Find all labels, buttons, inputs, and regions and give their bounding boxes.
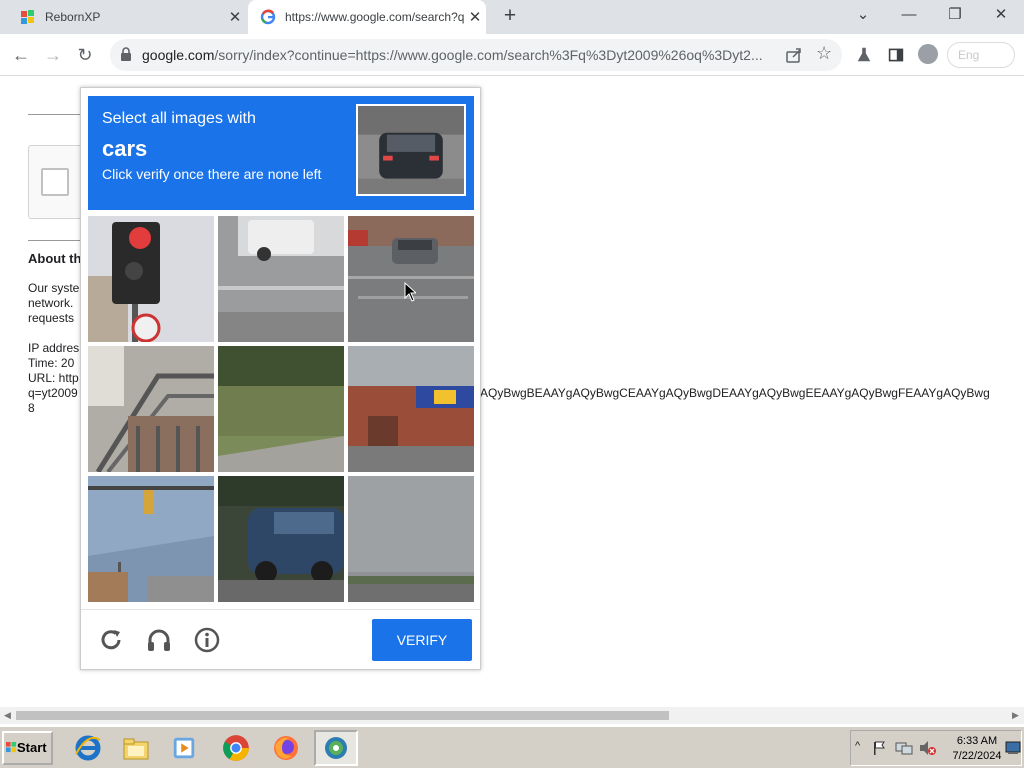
info-icon[interactable]	[193, 626, 221, 654]
bookmark-star-icon[interactable]: ☆	[816, 43, 832, 64]
body-line: requests	[28, 311, 75, 325]
address-bar[interactable]: google.com/sorry/index?continue=https://…	[110, 39, 842, 71]
scrollbar-thumb[interactable]	[16, 711, 669, 720]
tab-search-dropdown-icon[interactable]: ⌄	[840, 0, 886, 30]
scroll-right-icon[interactable]: ▶	[1012, 710, 1019, 721]
forward-icon[interactable]: →	[40, 42, 66, 68]
start-label: Start	[17, 740, 47, 755]
instruction-line: Select all images with	[102, 110, 256, 127]
verify-button[interactable]: VERIFY	[372, 619, 472, 661]
tab-rebornxp[interactable]: RebornXP ✕	[6, 0, 246, 34]
url-line-2: q=yt2009	[28, 386, 78, 400]
browser-toolbar: ← → ↻ google.com/sorry/index?continue=ht…	[0, 34, 1024, 76]
restore-button[interactable]: ❐	[932, 0, 978, 30]
reload-page-icon[interactable]: ↻	[72, 42, 98, 68]
clock-time: 6:33 AM	[956, 735, 998, 747]
new-tab-button[interactable]: +	[498, 5, 522, 29]
body-line: Our syste	[28, 281, 80, 295]
image-tile[interactable]	[348, 216, 474, 342]
url-line-3: 8	[28, 401, 35, 415]
windows-flag-icon	[6, 742, 17, 753]
lock-icon	[120, 47, 132, 61]
tab-strip: RebornXP ✕ https://www.google.com/search…	[0, 0, 1024, 34]
start-button[interactable]: Start	[2, 731, 53, 765]
divider	[28, 240, 88, 241]
image-tile[interactable]	[218, 216, 344, 342]
reload-icon[interactable]	[97, 626, 125, 654]
desktop-window: RebornXP ✕ https://www.google.com/search…	[0, 0, 1024, 768]
system-tray: ^ 6:33 AM 7/22/2024	[850, 730, 1022, 766]
windows-flag-icon	[20, 9, 36, 25]
instruction-subline: Click verify once there are none left	[102, 166, 322, 182]
back-icon[interactable]: ←	[8, 42, 34, 68]
image-grid	[88, 216, 474, 602]
volume-muted-icon[interactable]	[919, 740, 937, 756]
url-line: URL: http	[28, 371, 79, 385]
horizontal-scrollbar[interactable]: ◀ ▶	[0, 707, 1024, 724]
body-line: network.	[28, 296, 74, 310]
time-line: Time: 20	[28, 356, 75, 370]
recaptcha-challenge: Select all images with cars Click verify…	[80, 87, 481, 670]
recaptcha-checkbox[interactable]	[41, 168, 69, 196]
image-tile[interactable]	[218, 346, 344, 472]
mouse-cursor-icon	[404, 282, 416, 302]
google-g-icon	[260, 9, 276, 25]
firefox-icon[interactable]	[264, 730, 308, 766]
ip-line: IP addres	[28, 341, 80, 355]
tab-title: https://www.google.com/search?q	[285, 10, 464, 24]
image-tile[interactable]	[348, 476, 474, 602]
image-tile[interactable]	[348, 346, 474, 472]
audio-headphones-icon[interactable]	[145, 626, 173, 654]
labs-flask-icon[interactable]	[851, 42, 877, 68]
close-window-button[interactable]: ✕	[978, 0, 1024, 30]
profile-avatar-icon[interactable]	[918, 44, 938, 64]
about-heading: About th	[28, 251, 82, 266]
divider	[28, 114, 88, 115]
tab-google-search[interactable]: https://www.google.com/search?q ✕	[248, 0, 486, 34]
sample-car-image	[356, 104, 466, 196]
internet-explorer-icon[interactable]	[66, 730, 110, 766]
image-tile[interactable]	[88, 476, 214, 602]
image-tile[interactable]	[218, 476, 344, 602]
chrome-icon[interactable]	[214, 730, 258, 766]
recaptcha-checkbox-widget[interactable]	[28, 145, 88, 219]
target-object: cars	[102, 136, 148, 161]
image-tile[interactable]	[88, 216, 214, 342]
scroll-left-icon[interactable]: ◀	[4, 710, 11, 721]
url-path: /sorry/index?continue=https://www.google…	[214, 47, 763, 63]
url-tail-text: AQyBwgBEAAYgAQyBwgCEAAYgAQyBwgDEAAYgAQyB…	[480, 386, 990, 400]
challenge-header: Select all images with cars Click verify…	[88, 96, 474, 210]
url-host: google.com	[142, 47, 215, 63]
show-desktop-icon[interactable]	[1005, 741, 1021, 755]
media-player-icon[interactable]	[162, 730, 206, 766]
image-tile[interactable]	[88, 346, 214, 472]
language-pill[interactable]: Eng	[947, 42, 1015, 68]
tab-close-icon[interactable]: ✕	[464, 8, 486, 26]
tab-close-icon[interactable]: ✕	[224, 8, 246, 26]
network-icon[interactable]	[895, 740, 913, 756]
action-center-flag-icon[interactable]	[871, 740, 887, 756]
reborn-app-icon[interactable]	[314, 730, 358, 766]
side-panel-icon[interactable]	[883, 42, 909, 68]
clock-date: 7/22/2024	[952, 750, 1002, 762]
minimize-button[interactable]: —	[886, 0, 932, 30]
url-text: google.com/sorry/index?continue=https://…	[142, 47, 782, 63]
taskbar: Start ^ 6:33 AM 7/22/2024	[0, 726, 1024, 768]
challenge-footer: VERIFY	[81, 609, 480, 669]
show-hidden-icons-icon[interactable]: ^	[855, 740, 860, 752]
share-icon[interactable]	[784, 45, 804, 65]
system-clock[interactable]: 6:33 AM 7/22/2024	[947, 734, 1007, 764]
tab-title: RebornXP	[45, 10, 101, 24]
file-explorer-icon[interactable]	[114, 730, 158, 766]
